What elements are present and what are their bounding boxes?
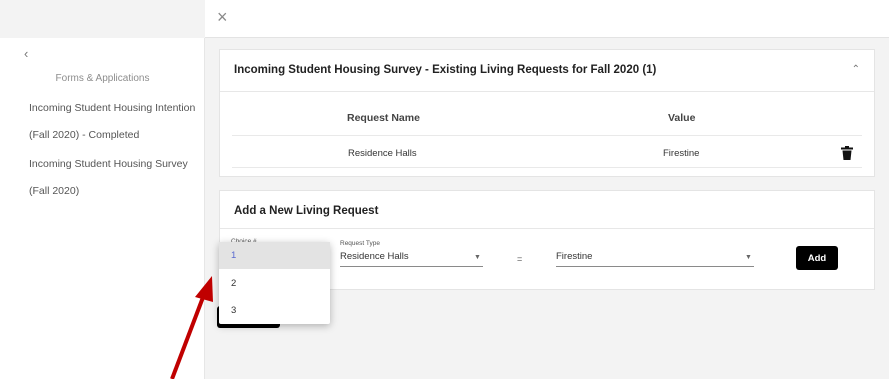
sidebar-title: Forms & Applications (55, 73, 150, 84)
choice-dropdown-menu: 1 2 3 (219, 242, 330, 324)
table-divider (232, 135, 862, 136)
chevron-down-icon[interactable]: ▼ (474, 254, 481, 261)
request-type-select[interactable]: Residence Halls (340, 251, 409, 262)
table-divider (232, 167, 862, 168)
annotation-arrow-icon (170, 276, 213, 379)
sidebar-item-housing-intention-status[interactable]: (Fall 2020) - Completed (29, 127, 139, 143)
request-type-label: Request Type (340, 240, 380, 247)
sidebar-item-housing-survey-term[interactable]: (Fall 2020) (29, 183, 79, 199)
new-request-title: Add a New Living Request (234, 205, 379, 217)
sidebar-item-housing-survey[interactable]: Incoming Student Housing Survey (29, 156, 188, 172)
sidebar-item-housing-intention[interactable]: Incoming Student Housing Intention (29, 100, 195, 116)
card-divider (220, 91, 874, 92)
value-select[interactable]: Firestine (556, 251, 592, 262)
equals-sign: = (517, 254, 523, 264)
existing-requests-title: Incoming Student Housing Survey - Existi… (234, 64, 657, 76)
existing-requests-card: Incoming Student Housing Survey - Existi… (219, 49, 875, 177)
add-button[interactable]: Add (796, 246, 838, 270)
dropdown-option-2[interactable]: 2 (219, 270, 330, 297)
card-divider (220, 228, 874, 229)
dropdown-option-3[interactable]: 3 (219, 297, 330, 324)
request-type-underline (340, 266, 483, 267)
chevron-down-icon[interactable]: ▼ (745, 254, 752, 261)
column-header-request-name: Request Name (347, 112, 420, 124)
column-header-value: Value (668, 112, 696, 124)
back-chevron-icon[interactable]: ‹ (24, 46, 28, 61)
table-cell-value: Firestine (663, 148, 700, 159)
trash-icon[interactable] (841, 146, 853, 160)
value-underline (556, 266, 754, 267)
chevron-up-icon[interactable]: ⌃ (852, 64, 860, 75)
dropdown-option-1[interactable]: 1 (219, 242, 330, 269)
table-cell-request-name: Residence Halls (348, 148, 417, 159)
close-icon[interactable]: × (217, 8, 228, 26)
top-bar (205, 0, 889, 38)
